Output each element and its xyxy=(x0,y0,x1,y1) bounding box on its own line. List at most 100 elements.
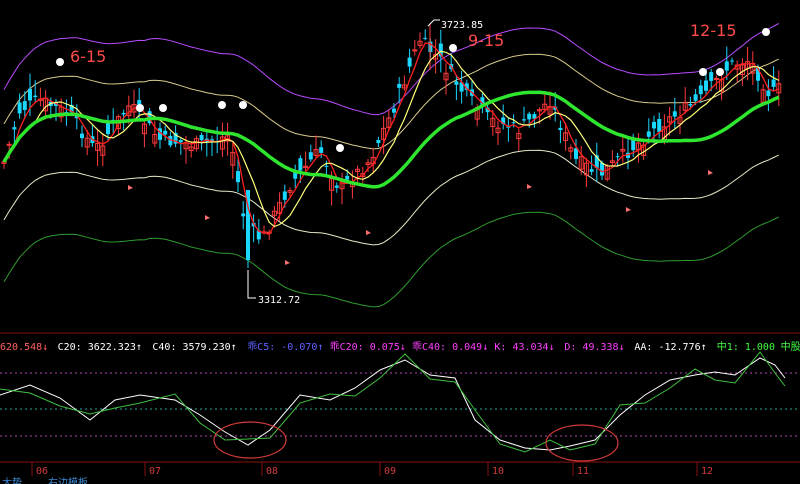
candle-body xyxy=(17,102,22,114)
candle xyxy=(522,106,526,124)
candle xyxy=(578,146,584,175)
candle xyxy=(495,121,501,145)
chart-stage: 3723.85 3312.72 6-15 9-15 12-15 620.548↓ C20:… xyxy=(0,0,800,484)
candle xyxy=(293,164,298,188)
candle-body xyxy=(12,127,17,130)
candle-body xyxy=(412,49,418,52)
candle xyxy=(313,135,319,158)
indicator-readout: 乖C5: -0.070↑ xyxy=(247,341,323,353)
candle xyxy=(443,63,449,95)
candle xyxy=(43,89,49,117)
axis-tick-label: 10 xyxy=(492,466,504,477)
sell-arrow-icon xyxy=(708,170,713,175)
candle-body xyxy=(672,111,677,117)
candle-body xyxy=(652,121,656,129)
candle xyxy=(141,118,147,148)
candle-body xyxy=(704,80,708,91)
candle xyxy=(558,120,563,144)
candle-body xyxy=(589,169,594,172)
k-line xyxy=(0,357,786,451)
candle xyxy=(506,117,511,142)
candle-body xyxy=(334,185,339,188)
indicator-readout: 中股1: 76 xyxy=(781,340,800,353)
indicator-readout: 乖C40: 0.049↓ xyxy=(412,341,488,353)
candle-body xyxy=(615,156,620,158)
candle-body xyxy=(28,88,32,101)
candle-body xyxy=(163,130,168,135)
candle-body xyxy=(693,94,698,101)
candle-body xyxy=(646,131,651,137)
candle-body xyxy=(511,122,516,124)
candle-body xyxy=(33,95,38,98)
candle-body xyxy=(6,143,12,146)
candle-body xyxy=(766,90,771,97)
candle xyxy=(95,129,101,166)
candle xyxy=(620,137,626,163)
candle-body xyxy=(345,175,350,180)
indicator-readout: C40: 3579.230↑ xyxy=(152,342,236,353)
candle xyxy=(730,57,734,65)
signal-markers xyxy=(56,28,770,265)
candle-body xyxy=(376,140,381,144)
candle-body xyxy=(730,60,734,62)
tab-template[interactable]: 右边模板 xyxy=(48,476,88,484)
axis-tick-label: 08 xyxy=(266,466,278,477)
candle-body xyxy=(771,79,776,87)
tab-dashi[interactable]: 大势 xyxy=(2,476,22,484)
indicator-readout: 乖C20: 0.075↓ xyxy=(330,341,406,353)
smiley-icon xyxy=(159,104,167,112)
candle-body xyxy=(698,85,703,95)
candle xyxy=(339,172,345,205)
lower-band xyxy=(3,149,780,246)
axis-tick-label: 06 xyxy=(36,466,48,477)
candle xyxy=(677,105,683,134)
smiley-icon xyxy=(449,44,457,52)
candle xyxy=(376,136,381,148)
axis-tick-label: 07 xyxy=(149,466,161,477)
candle-body xyxy=(558,127,563,131)
candle-body xyxy=(724,61,729,71)
candle xyxy=(609,150,615,167)
candle xyxy=(766,79,771,112)
candle xyxy=(80,125,84,148)
smiley-icon xyxy=(716,68,724,76)
candle xyxy=(501,104,506,130)
candle-body xyxy=(574,148,578,159)
candle xyxy=(241,201,246,230)
candle-body xyxy=(657,119,662,132)
candle-body xyxy=(392,108,396,113)
candle xyxy=(635,132,641,163)
axis-tick-label: 11 xyxy=(577,466,589,477)
moving-averages xyxy=(2,42,780,236)
indicator-readout: K: 43.034↓ xyxy=(494,342,554,353)
low-price-label: 3312.72 xyxy=(258,295,300,306)
candle-body xyxy=(600,162,604,176)
candle xyxy=(750,51,756,86)
candle xyxy=(131,89,137,118)
indicator-readout: 中1: 1.000 xyxy=(717,340,775,353)
low-leader xyxy=(247,270,256,299)
candle xyxy=(163,125,168,141)
candle-body xyxy=(282,191,287,200)
band-lines xyxy=(3,23,780,308)
stock-chart: 3723.85 3312.72 6-15 9-15 12-15 620.548↓ C20:… xyxy=(0,19,800,484)
candle-body xyxy=(423,37,428,39)
candle xyxy=(407,48,412,73)
candle xyxy=(776,70,782,107)
candle xyxy=(355,165,361,184)
candle-body xyxy=(298,158,303,171)
candle xyxy=(158,122,162,149)
candle-body xyxy=(319,147,324,153)
price-annotations: 3723.85 3312.72 6-15 9-15 12-15 xyxy=(70,19,737,306)
candle xyxy=(604,163,610,182)
candle xyxy=(719,71,725,101)
smiley-icon xyxy=(56,58,64,66)
candle-body xyxy=(121,112,126,115)
candle xyxy=(594,142,599,183)
date-note-label: 12-15 xyxy=(690,21,737,40)
candle-body xyxy=(236,171,240,183)
candle-body xyxy=(454,81,459,85)
d-line xyxy=(0,351,786,453)
time-axis: 06 07 08 09 10 11 12 大势 右边模板 xyxy=(0,461,800,484)
candle xyxy=(516,128,522,151)
